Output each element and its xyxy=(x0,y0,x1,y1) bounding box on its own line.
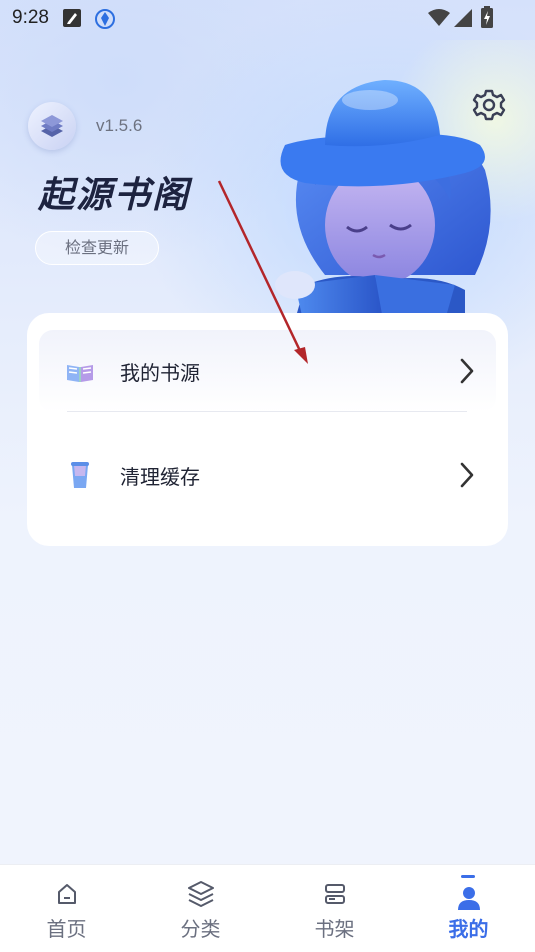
status-time: 9:28 xyxy=(12,7,49,28)
user-icon xyxy=(457,887,480,910)
wifi-icon xyxy=(428,9,450,26)
nav-bookshelf-label: 书架 xyxy=(314,917,355,941)
books-stack-icon xyxy=(41,115,63,137)
app-logo xyxy=(28,102,76,150)
check-update-button[interactable]: 检查更新 xyxy=(35,231,159,265)
open-book-icon xyxy=(67,365,93,382)
security-shield-icon xyxy=(95,9,115,29)
menu-item-label: 我的书源 xyxy=(120,361,200,385)
bottom-navigation: 首页 分类 书架 我的 xyxy=(0,864,535,952)
trash-bin-icon xyxy=(71,462,89,488)
nav-mine[interactable]: 我的 xyxy=(402,865,535,952)
menu-divider xyxy=(67,411,467,412)
nav-home-label: 首页 xyxy=(46,917,87,941)
home-icon xyxy=(57,884,76,904)
nav-mine-label: 我的 xyxy=(448,917,489,941)
bookshelf-icon xyxy=(324,884,345,904)
chevron-right-icon xyxy=(460,462,474,488)
app-title: 起源书阁 xyxy=(38,175,191,216)
menu-item-label: 清理缓存 xyxy=(120,465,200,489)
reading-character-illustration xyxy=(275,80,491,320)
battery-charging-icon xyxy=(481,6,493,28)
layers-icon xyxy=(187,881,214,907)
edit-note-icon xyxy=(63,9,81,27)
nav-category-label: 分类 xyxy=(180,917,221,941)
menu-item-clear-cache[interactable]: 清理缓存 xyxy=(39,434,496,516)
app-version: v1.5.6 xyxy=(96,116,143,135)
active-indicator xyxy=(461,875,475,878)
chevron-right-icon xyxy=(460,358,474,384)
signal-icon xyxy=(454,9,472,27)
nav-home[interactable]: 首页 xyxy=(0,865,133,952)
menu-card: 我的书源 清理缓存 xyxy=(27,313,508,546)
status-bar: 9:28 xyxy=(0,0,535,40)
menu-item-my-sources[interactable]: 我的书源 xyxy=(39,330,496,412)
nav-category[interactable]: 分类 xyxy=(134,865,267,952)
nav-bookshelf[interactable]: 书架 xyxy=(268,865,401,952)
